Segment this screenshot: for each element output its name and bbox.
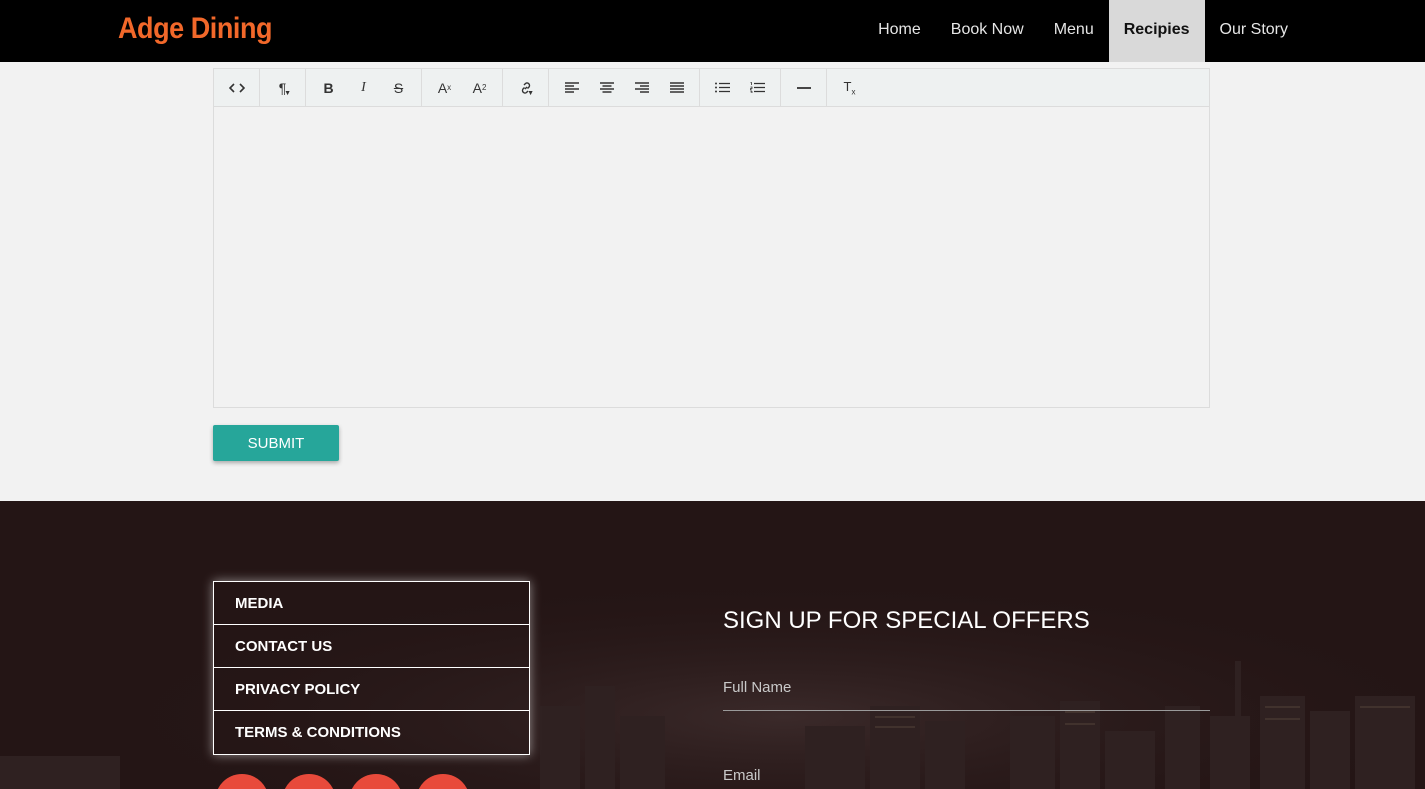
bold-icon[interactable]: B <box>311 69 346 106</box>
editor-toolbar: ¶ ▼ B I S Ax A2 ▼ Tx <box>214 69 1209 107</box>
paragraph-format-icon[interactable]: ¶ ▼ <box>265 69 300 106</box>
clear-format-icon[interactable]: Tx <box>832 69 867 106</box>
nav-menu[interactable]: Menu <box>1039 0 1109 62</box>
signup-title: SIGN UP FOR SPECIAL OFFERS <box>723 607 1090 634</box>
nav-book-now[interactable]: Book Now <box>936 0 1039 62</box>
code-view-icon[interactable] <box>219 69 254 106</box>
link-icon[interactable]: ▼ <box>508 69 543 106</box>
subscript-icon[interactable]: A2 <box>462 69 497 106</box>
strikethrough-icon[interactable]: S <box>381 69 416 106</box>
social-button-3[interactable] <box>349 774 403 789</box>
editor-content-area[interactable] <box>214 107 1209 407</box>
email-field[interactable]: Email <box>723 767 1210 789</box>
rich-text-editor: ¶ ▼ B I S Ax A2 ▼ Tx <box>213 68 1210 408</box>
footer-links: MEDIA CONTACT US PRIVACY POLICY TERMS & … <box>213 581 530 755</box>
site-logo[interactable]: Adge Dining <box>118 12 272 46</box>
align-right-icon[interactable] <box>624 69 659 106</box>
submit-button[interactable]: SUBMIT <box>213 425 339 461</box>
full-name-field[interactable]: Full Name <box>723 679 1210 711</box>
align-justify-icon[interactable] <box>659 69 694 106</box>
nav-recipies[interactable]: Recipies <box>1108 0 1205 62</box>
footer-link-media[interactable]: MEDIA <box>214 582 529 625</box>
bulleted-list-icon[interactable] <box>705 69 740 106</box>
nav-our-story[interactable]: Our Story <box>1205 0 1303 62</box>
superscript-icon[interactable]: Ax <box>427 69 462 106</box>
italic-icon[interactable]: I <box>346 69 381 106</box>
horizontal-rule-icon[interactable] <box>786 69 821 106</box>
footer-link-privacy-policy[interactable]: PRIVACY POLICY <box>214 668 529 711</box>
footer-link-contact-us[interactable]: CONTACT US <box>214 625 529 668</box>
social-buttons <box>215 774 470 789</box>
site-footer: MEDIA CONTACT US PRIVACY POLICY TERMS & … <box>0 501 1425 789</box>
align-left-icon[interactable] <box>554 69 589 106</box>
social-button-2[interactable] <box>282 774 336 789</box>
social-button-4[interactable] <box>416 774 470 789</box>
footer-link-terms-conditions[interactable]: TERMS & CONDITIONS <box>214 711 529 754</box>
main-nav: Home Book Now Menu Recipies Our Story <box>863 0 1303 62</box>
top-navbar: Adge Dining Home Book Now Menu Recipies … <box>0 0 1425 62</box>
numbered-list-icon[interactable] <box>740 69 775 106</box>
align-center-icon[interactable] <box>589 69 624 106</box>
nav-home[interactable]: Home <box>863 0 936 62</box>
social-button-1[interactable] <box>215 774 269 789</box>
